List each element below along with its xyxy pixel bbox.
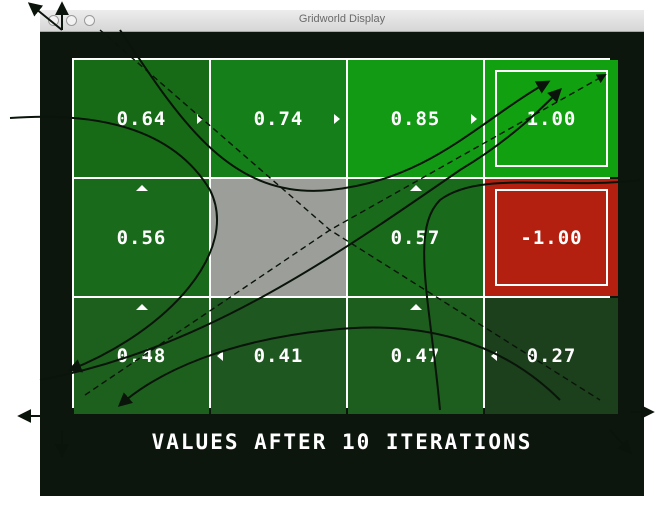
policy-up-arrow-icon xyxy=(135,185,148,191)
window-titlebar[interactable]: Gridworld Display xyxy=(40,10,644,32)
cell-value: 0.57 xyxy=(390,226,441,249)
cell-value: 1.00 xyxy=(526,107,577,130)
cell-value: 0.27 xyxy=(526,345,577,367)
iteration-caption: VALUES AFTER 10 ITERATIONS xyxy=(151,430,533,454)
cell-value: 0.41 xyxy=(253,345,304,367)
grid-cell-r2-c3: 0.27 xyxy=(485,298,618,414)
policy-left-arrow-icon xyxy=(217,351,223,361)
cell-value: 0.48 xyxy=(116,345,167,367)
cell-value: 0.47 xyxy=(390,345,441,367)
window-title: Gridworld Display xyxy=(298,13,386,25)
policy-up-arrow-icon xyxy=(135,304,148,310)
grid-cell-r0-c1: 0.74 xyxy=(211,60,346,177)
grid-cell-r0-c0: 0.64 xyxy=(74,60,209,177)
grid-cell-r0-c2: 0.85 xyxy=(348,60,483,177)
grid-cell-r2-c2: 0.47 xyxy=(348,298,483,414)
policy-left-arrow-icon xyxy=(491,351,497,361)
policy-up-arrow-icon xyxy=(409,185,422,191)
grid-cell-r1-c0: 0.56 xyxy=(74,179,209,296)
cell-value: 0.85 xyxy=(390,107,441,130)
policy-right-arrow-icon xyxy=(197,113,203,124)
gridworld-window: Gridworld Display 0.64 0.74 0.85 1.00 0.56 0.… xyxy=(40,10,644,496)
grid-cell-r1-c1 xyxy=(211,179,346,296)
gridworld-canvas: 0.64 0.74 0.85 1.00 0.56 0.57 -1.00 0.48 0.41 0.4… xyxy=(40,32,644,496)
cell-value: 0.64 xyxy=(116,107,167,130)
policy-right-arrow-icon xyxy=(471,113,477,124)
value-grid: 0.64 0.74 0.85 1.00 0.56 0.57 -1.00 0.48 0.41 0.4… xyxy=(72,58,618,414)
grid-cell-r0-c3: 1.00 xyxy=(485,60,618,177)
cell-value: -1.00 xyxy=(520,226,583,249)
policy-right-arrow-icon xyxy=(334,113,340,124)
grid-cell-r1-c3: -1.00 xyxy=(485,179,618,296)
screenshot-stage: Gridworld Display 0.64 0.74 0.85 1.00 0.56 0.… xyxy=(0,0,672,521)
policy-up-arrow-icon xyxy=(409,304,422,310)
cell-value: 0.56 xyxy=(116,226,167,249)
grid-cell-r2-c1: 0.41 xyxy=(211,298,346,414)
grid-cell-r2-c0: 0.48 xyxy=(74,298,209,414)
grid-cell-r1-c2: 0.57 xyxy=(348,179,483,296)
cell-value: 0.74 xyxy=(253,107,304,130)
